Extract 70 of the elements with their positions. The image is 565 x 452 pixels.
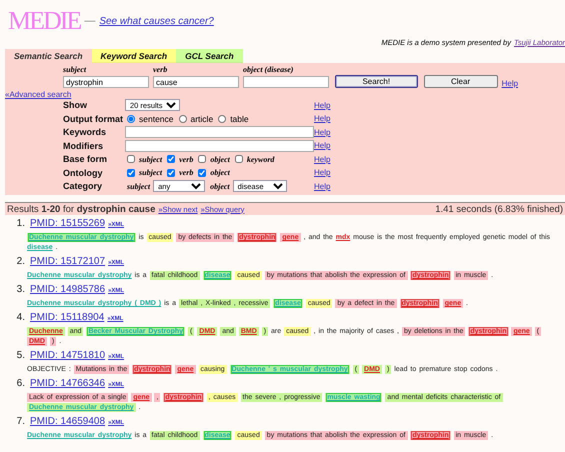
radio-label: table [230, 114, 249, 124]
input-field[interactable]: dystrophin [63, 76, 149, 88]
option-label: Keywords [63, 127, 108, 137]
option-label: Base form [63, 154, 108, 164]
checkbox-label: subject [139, 168, 162, 177]
tab[interactable]: Semantic Search [5, 49, 92, 63]
pmid-link[interactable]: PMID: 14659408 [30, 416, 106, 427]
clear-button[interactable]: Clear [424, 75, 498, 88]
dash: — [84, 15, 96, 27]
help-link[interactable]: Help [314, 168, 565, 177]
checkbox-label: object [210, 154, 230, 164]
checkbox-label: verb [179, 154, 194, 164]
checkbox-label: object [210, 168, 230, 177]
logo: MEDIE [8, 7, 80, 35]
option-label: Category [63, 181, 104, 191]
category-label: subject [127, 182, 150, 190]
pmid-link[interactable]: PMID: 14766346 [30, 378, 106, 389]
pmid-link[interactable]: PMID: 14985786 [30, 284, 106, 295]
checkbox[interactable] [167, 155, 176, 163]
checkbox[interactable] [198, 155, 206, 163]
input-field[interactable] [125, 140, 314, 152]
category-label: object [210, 182, 230, 190]
radio-label: article [190, 114, 214, 124]
checkbox[interactable] [234, 155, 243, 163]
help-link[interactable]: Help [314, 141, 565, 150]
help-link[interactable]: Help [314, 182, 565, 190]
help-link[interactable]: Help [502, 79, 565, 88]
timing-text: 1.41 seconds (6.83% finished) [435, 204, 563, 214]
field-label: object (disease) [243, 65, 294, 75]
field-label: verb [153, 65, 168, 75]
input-field[interactable] [125, 126, 314, 138]
pmid-link[interactable]: PMID: 15155269 [30, 218, 106, 229]
help-link[interactable]: Help [314, 154, 565, 164]
checkbox[interactable] [127, 168, 135, 176]
tab[interactable]: Keyword Search [92, 49, 176, 63]
option-label: Modifiers [63, 140, 104, 150]
checkbox[interactable] [167, 168, 176, 176]
advanced-search-link[interactable]: «Advanced search [5, 90, 72, 99]
input-field[interactable]: cause [153, 76, 239, 88]
result-number: 3. [16, 284, 25, 295]
radio-button[interactable] [127, 114, 135, 122]
checkbox-label: verb [179, 168, 194, 177]
help-link[interactable]: Help [314, 114, 565, 123]
option-label: Output format [63, 114, 124, 124]
tab[interactable]: GCL Search [176, 49, 243, 63]
result-number: 7. [16, 416, 25, 427]
checkbox[interactable] [127, 155, 135, 163]
radio-label: sentence [139, 114, 174, 124]
radio-button[interactable] [178, 114, 186, 122]
result-number: 6. [16, 378, 25, 389]
input-field[interactable] [243, 76, 329, 88]
field-label: subject [63, 65, 88, 75]
pmid-link[interactable]: PMID: 15172107 [30, 256, 106, 267]
search-button[interactable]: Search! [335, 75, 418, 88]
result-number: 5. [16, 350, 25, 361]
option-label: Show [63, 100, 88, 110]
result-number: 4. [16, 312, 25, 323]
checkbox[interactable] [198, 168, 206, 176]
checkbox-label: keyword [246, 154, 274, 164]
pmid-link[interactable]: PMID: 15118904 [30, 312, 104, 323]
radio-button[interactable] [218, 114, 226, 122]
result-number: 1. [16, 218, 25, 229]
tagline-link[interactable]: See what causes cancer? [99, 16, 214, 26]
pmid-link[interactable]: PMID: 14751810 [30, 350, 106, 361]
help-link[interactable]: Help [314, 100, 565, 110]
results-summary: Results 1-20 for dystrophin cause [7, 204, 156, 214]
option-label: Ontology [63, 168, 104, 178]
help-link[interactable]: Help [314, 128, 565, 136]
result-number: 2. [16, 256, 25, 267]
checkbox-label: subject [139, 154, 162, 164]
